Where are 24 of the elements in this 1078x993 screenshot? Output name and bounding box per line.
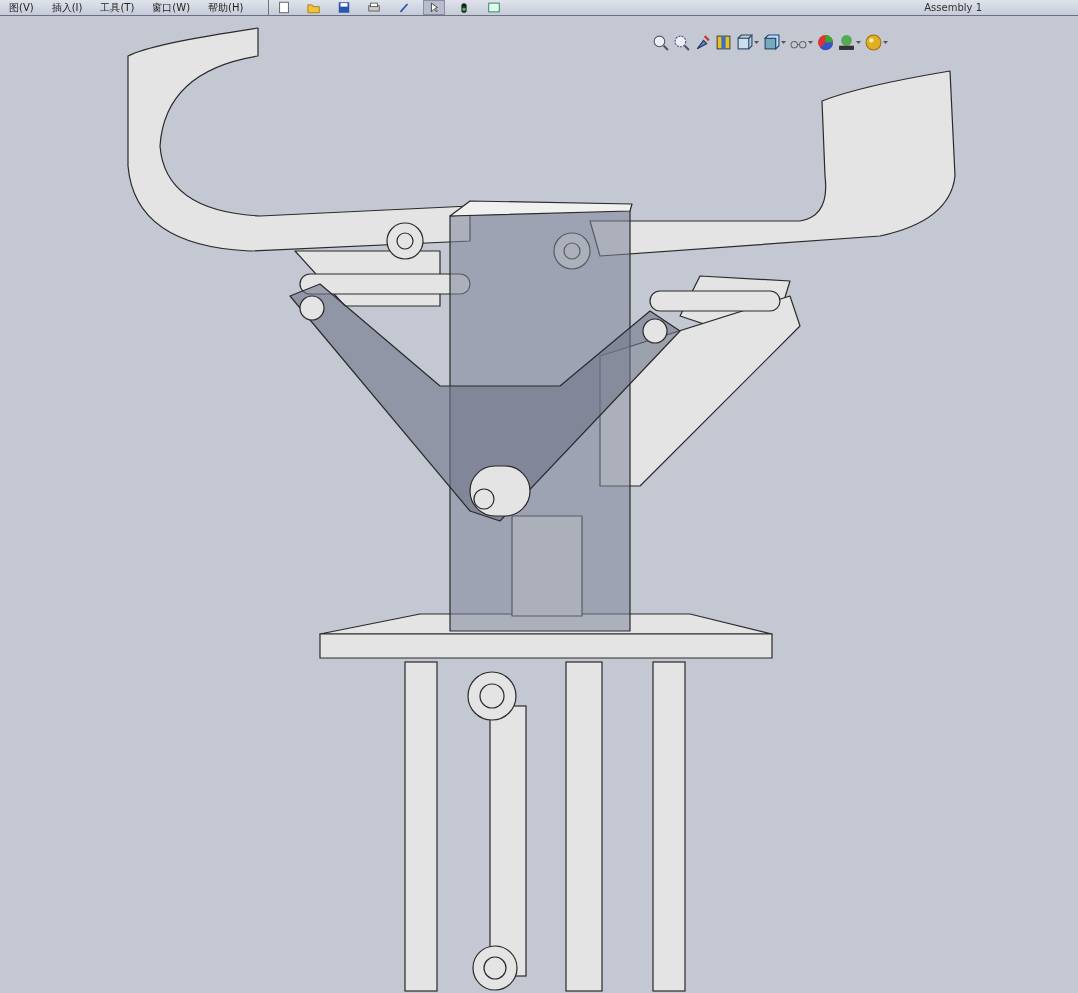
- caret-icon[interactable]: [754, 40, 759, 44]
- menu-item[interactable]: 插入(I): [42, 0, 92, 15]
- menu-item[interactable]: 图(V): [0, 0, 43, 15]
- cube-icon[interactable]: [736, 33, 753, 51]
- window-icon: [487, 1, 502, 14]
- caret-icon[interactable]: [781, 40, 786, 44]
- sphere-icon[interactable]: [865, 33, 882, 51]
- cube-icon[interactable]: [763, 33, 780, 51]
- caret-icon[interactable]: [808, 40, 813, 44]
- color-ball-icon[interactable]: [817, 33, 834, 51]
- magnifier-icon[interactable]: [673, 33, 690, 51]
- cursor-button[interactable]: [423, 0, 446, 15]
- caret-icon[interactable]: [856, 40, 861, 44]
- caret-icon[interactable]: [883, 40, 888, 44]
- printer-icon: [367, 1, 382, 14]
- menu-item[interactable]: 窗口(W): [143, 0, 200, 15]
- section-cube-icon[interactable]: [715, 33, 732, 51]
- menu-item[interactable]: 帮助(H): [199, 0, 253, 15]
- magnifier-icon[interactable]: [652, 33, 669, 51]
- folder-icon: [307, 1, 322, 14]
- document-title: Assembly 1: [924, 1, 982, 15]
- scene-icon[interactable]: [838, 33, 855, 51]
- page-icon: [277, 1, 292, 14]
- menu-item[interactable]: 工具(T): [91, 0, 144, 15]
